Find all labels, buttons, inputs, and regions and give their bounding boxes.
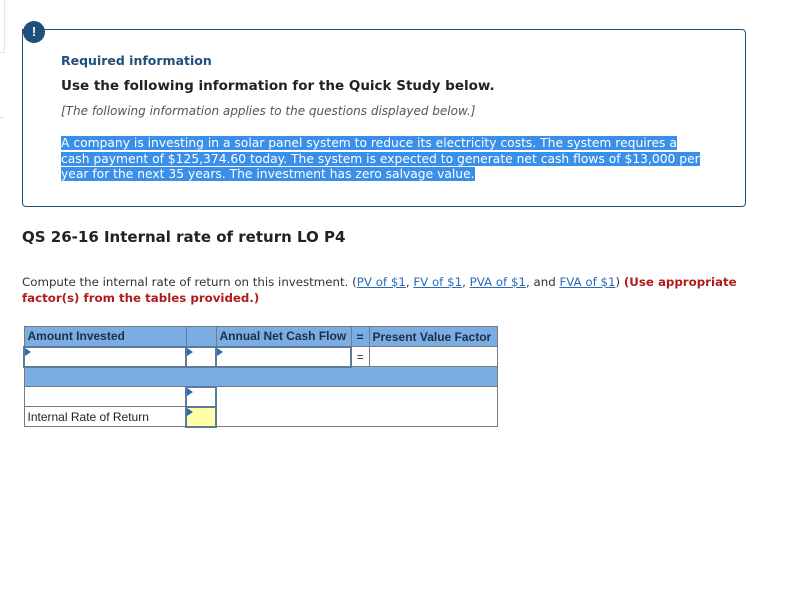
input-flag-icon [25,347,31,356]
required-info-body: A company is investing in a solar panel … [61,136,721,183]
side-tab-edge [0,0,5,53]
side-divider [0,117,4,118]
exclamation-icon: ! [23,21,45,43]
link-fv-of-1[interactable]: FV of $1 [413,275,462,289]
link-pva-of-1[interactable]: PVA of $1 [470,275,526,289]
table-row [23,385,498,427]
body-line: year for the next 35 years. The investme… [61,167,475,181]
body-line: A company is investing in a solar panel … [61,136,677,150]
required-info-subtitle: Use the following information for the Qu… [61,78,495,94]
irr-calculation-table: Amount Invested Annual Net Cash Flow = P… [23,326,498,428]
row-label [23,386,187,407]
header-operator [185,326,217,347]
input-flag-icon [187,347,193,356]
separator: ) [615,275,624,289]
body-line: cash payment of $125,374.60 today. The s… [61,151,700,166]
header-equals: = [350,326,370,347]
band-cell [23,366,498,387]
link-fva-of-1[interactable]: FVA of $1 [559,275,615,289]
table-row: = [23,345,498,368]
irr-label: Internal Rate of Return [23,406,187,427]
operator-input[interactable] [185,345,217,368]
irr-input[interactable] [185,405,217,428]
table-header-row: Amount Invested Annual Net Cash Flow = P… [23,326,498,347]
input-flag-icon [187,407,193,416]
required-info-title: Required information [61,53,212,68]
amount-invested-input[interactable] [23,345,187,368]
separator: , [462,275,470,289]
instruction-text: Compute the internal rate of return on t… [22,275,357,289]
annual-net-cash-flow-input[interactable] [215,345,352,368]
link-pv-of-1[interactable]: PV of $1 [357,275,406,289]
present-value-factor-output [368,346,498,367]
table-band-row [23,366,498,387]
question-instruction: Compute the internal rate of return on t… [22,274,772,306]
header-annual-net-cash-flow: Annual Net Cash Flow [215,326,352,347]
empty-cell [215,386,498,427]
input-flag-icon [217,347,223,356]
factor-input[interactable] [185,385,217,408]
input-flag-icon [187,387,193,396]
separator: , and [525,275,560,289]
header-present-value-factor: Present Value Factor [368,326,498,347]
question-title: QS 26-16 Internal rate of return LO P4 [22,228,346,246]
equals-sign: = [350,346,370,367]
header-amount-invested: Amount Invested [23,326,187,347]
required-info-note: [The following information applies to th… [61,104,476,118]
